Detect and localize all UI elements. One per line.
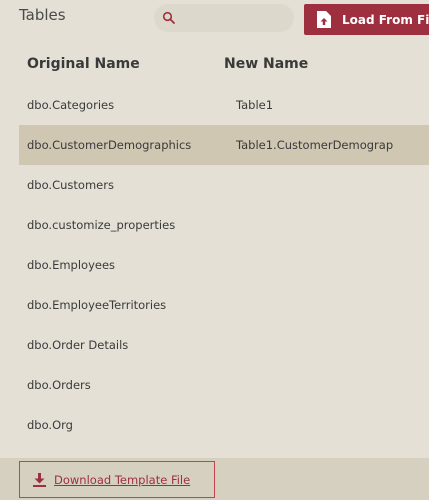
original-name-cell: dbo.EmployeeTerritories — [27, 298, 167, 312]
table-row[interactable]: dbo.Customers — [19, 165, 429, 205]
original-name-cell: dbo.customize_properties — [27, 218, 176, 232]
download-template-label: Download Template File — [54, 472, 191, 487]
table-header: Original Name New Name — [0, 56, 429, 78]
download-icon — [33, 472, 46, 487]
table-row[interactable]: dbo.Orders — [19, 365, 429, 405]
file-upload-icon — [317, 11, 331, 28]
table-row[interactable]: dbo.Employees — [19, 245, 429, 285]
column-header-new-name: New Name — [224, 56, 309, 72]
search-input[interactable] — [154, 4, 294, 32]
original-name-cell: dbo.Order Details — [27, 338, 129, 352]
new-name-cell[interactable]: Table1 — [236, 98, 393, 112]
column-header-original-name: Original Name — [27, 56, 140, 72]
load-from-file-button[interactable]: Load From File — [304, 4, 429, 35]
table-row[interactable]: dbo.Org — [19, 405, 429, 445]
original-name-cell: dbo.Employees — [27, 258, 116, 272]
table-row[interactable]: dbo.customize_properties — [19, 205, 429, 245]
table-body: dbo.Categories Table1 dbo.CustomerDemogr… — [19, 85, 429, 445]
page-title: Tables — [19, 6, 66, 24]
table-row-selected[interactable]: dbo.CustomerDemographics Table1.Customer… — [19, 125, 429, 165]
download-template-link[interactable]: Download Template File — [19, 461, 215, 498]
original-name-cell: dbo.Customers — [27, 178, 114, 192]
table-row[interactable]: dbo.Order Details — [19, 325, 429, 365]
new-name-cell[interactable]: Table1.CustomerDemographics — [236, 138, 393, 152]
original-name-cell: dbo.Categories — [27, 98, 115, 112]
original-name-cell: dbo.Org — [27, 418, 73, 432]
original-name-cell: dbo.CustomerDemographics — [27, 138, 192, 152]
table-row[interactable]: dbo.Categories Table1 — [19, 85, 429, 125]
search-icon — [162, 11, 175, 24]
table-row[interactable]: dbo.EmployeeTerritories — [19, 285, 429, 325]
footer-bar: Download Template File — [0, 458, 429, 500]
original-name-cell: dbo.Orders — [27, 378, 91, 392]
load-from-file-label: Load From File — [342, 12, 429, 27]
